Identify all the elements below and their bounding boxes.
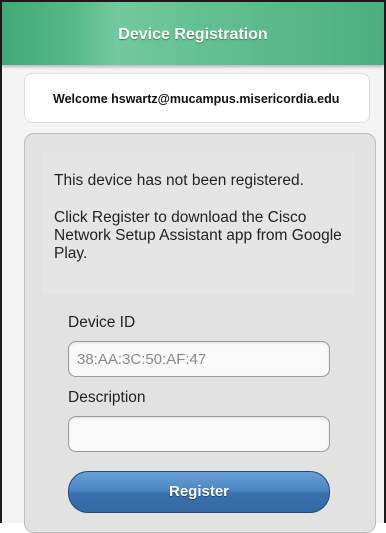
page-title: Device Registration [118, 26, 268, 43]
device-id-field[interactable] [68, 341, 330, 377]
header-bar: Device Registration [2, 2, 384, 65]
description-field[interactable] [68, 416, 330, 452]
device-id-label: Device ID [68, 314, 136, 331]
status-text: This device has not been registered. [54, 172, 304, 189]
register-button[interactable]: Register [68, 471, 330, 513]
welcome-text: Welcome hswartz@mucampus.misericordia.ed… [53, 92, 340, 106]
welcome-box: Welcome hswartz@mucampus.misericordia.ed… [24, 73, 370, 123]
description-label: Description [68, 389, 146, 406]
instructions-text: Click Register to download the Cisco Net… [54, 209, 342, 262]
